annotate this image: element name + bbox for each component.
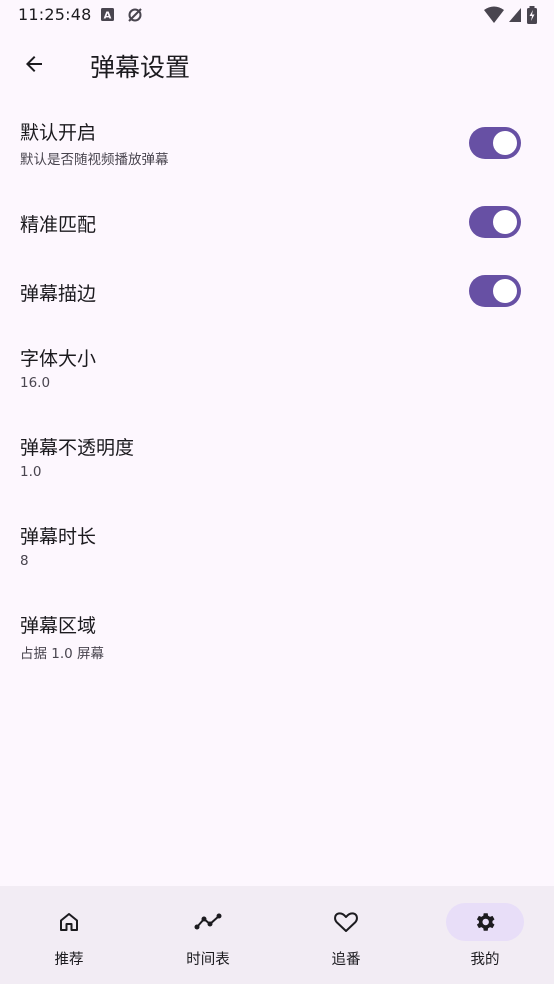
- toggle-knob: [493, 131, 517, 155]
- setting-value: 8: [20, 553, 29, 569]
- nav-active-indicator: [446, 903, 524, 941]
- default-on-toggle[interactable]: [469, 127, 521, 159]
- setting-title: 弹幕描边: [20, 283, 97, 305]
- danmaku-outline-toggle[interactable]: [469, 275, 521, 307]
- page-title: 弹幕设置: [90, 53, 191, 82]
- cellular-signal-icon: [509, 8, 521, 22]
- setting-value: 占据 1.0 屏幕: [20, 646, 105, 662]
- nav-label: 时间表: [186, 952, 230, 968]
- toggle-knob: [493, 279, 517, 303]
- nav-icon-container: [307, 903, 385, 941]
- setting-title: 字体大小: [20, 348, 97, 370]
- nav-item-mine[interactable]: 我的: [416, 886, 554, 984]
- app-bar: 弹幕设置: [0, 32, 554, 96]
- setting-area[interactable]: 弹幕区域 占据 1.0 屏幕: [0, 599, 554, 679]
- heart-icon: [334, 912, 358, 932]
- back-button[interactable]: [14, 44, 54, 84]
- setting-danmaku-outline[interactable]: 弹幕描边: [0, 258, 554, 322]
- setting-duration[interactable]: 弹幕时长 8: [0, 510, 554, 590]
- status-time: 11:25:48: [18, 5, 92, 24]
- nav-label: 推荐: [54, 952, 84, 968]
- bottom-navigation: 推荐 时间表 追番 我的: [0, 886, 554, 984]
- setting-opacity[interactable]: 弹幕不透明度 1.0: [0, 421, 554, 501]
- setting-value: 16.0: [20, 375, 51, 391]
- sync-off-icon: [128, 8, 142, 22]
- setting-font-size[interactable]: 字体大小 16.0: [0, 332, 554, 412]
- arrow-back-icon: [26, 56, 42, 72]
- setting-title: 弹幕不透明度: [20, 437, 135, 459]
- setting-title: 弹幕区域: [20, 615, 97, 637]
- setting-precise-match[interactable]: 精准匹配: [0, 190, 554, 254]
- status-icons: [484, 6, 538, 24]
- wifi-icon: [484, 6, 504, 23]
- setting-value: 1.0: [20, 464, 42, 480]
- status-bar: 11:25:48 A: [0, 0, 554, 32]
- battery-charging-icon: [527, 6, 537, 24]
- home-icon: [60, 913, 78, 931]
- nav-item-following[interactable]: 追番: [277, 886, 415, 984]
- gear-icon: [476, 913, 495, 931]
- nav-label: 追番: [331, 952, 361, 968]
- precise-match-toggle[interactable]: [469, 206, 521, 238]
- setting-title: 弹幕时长: [20, 526, 97, 548]
- toggle-knob: [493, 210, 517, 234]
- nav-item-timetable[interactable]: 时间表: [139, 886, 277, 984]
- nav-label: 我的: [470, 952, 500, 968]
- timeline-icon: [194, 913, 222, 930]
- setting-default-on[interactable]: 默认开启 默认是否随视频播放弹幕: [0, 100, 554, 186]
- nav-item-recommend[interactable]: 推荐: [0, 886, 138, 984]
- nav-icon-container: [169, 903, 247, 941]
- nav-icon-container: [30, 903, 108, 941]
- svg-text:A: A: [104, 11, 112, 22]
- setting-title: 默认开启: [20, 122, 97, 144]
- setting-subtitle: 默认是否随视频播放弹幕: [20, 152, 169, 168]
- setting-title: 精准匹配: [20, 214, 97, 236]
- keyboard-notification-icon: A: [101, 8, 114, 22]
